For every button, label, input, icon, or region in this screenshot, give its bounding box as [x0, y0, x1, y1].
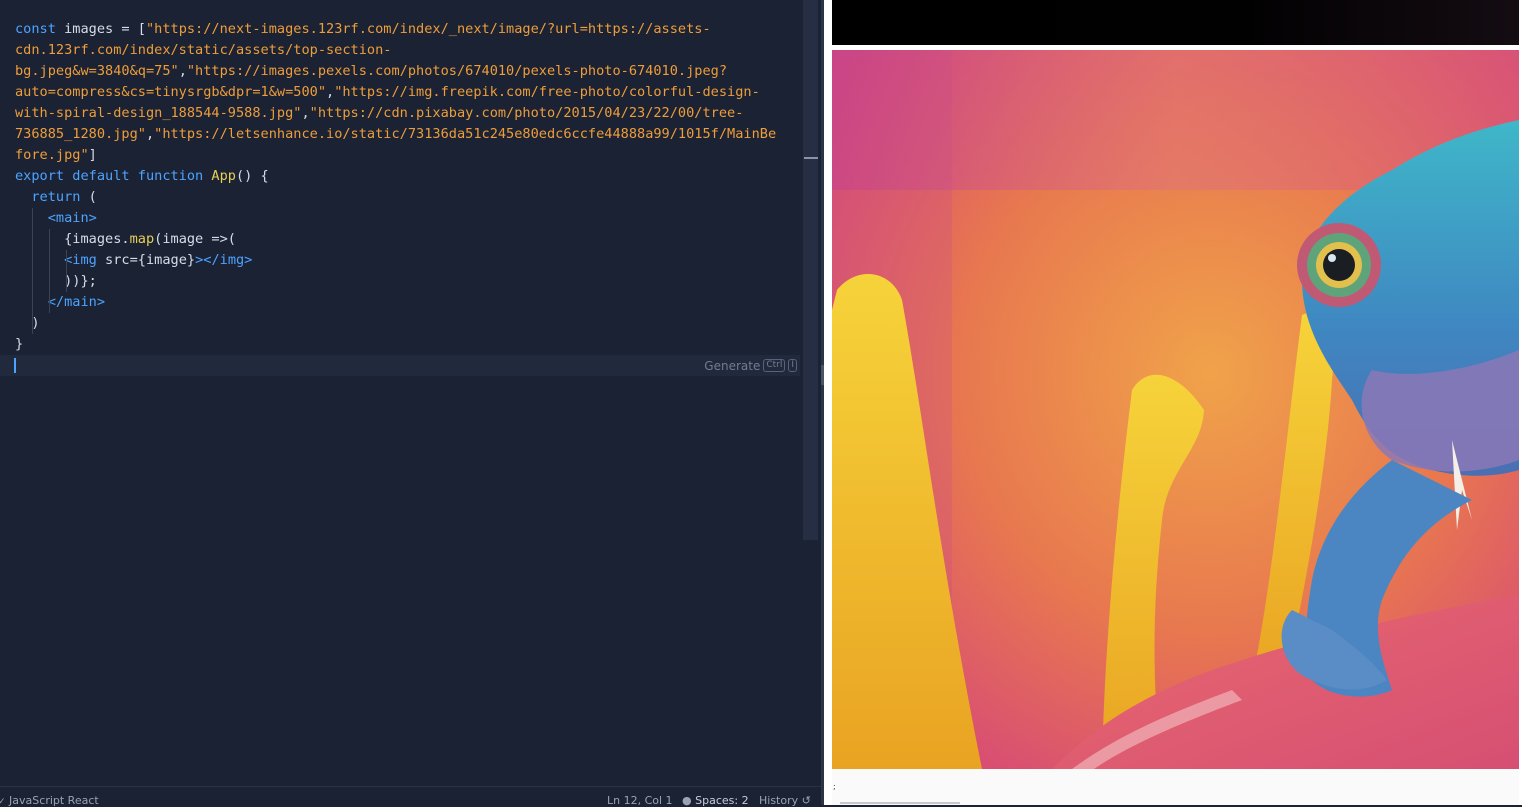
indent-guide	[32, 292, 33, 313]
generate-key-ctrl: Ctrl	[763, 359, 786, 372]
code-token: map	[129, 231, 155, 247]
generate-hint[interactable]: Generate Ctrl I	[704, 355, 797, 376]
code-token: () {	[235, 168, 269, 184]
indent-guide	[32, 250, 33, 271]
code-token: </main>	[47, 294, 106, 310]
indentation-label: Spaces: 2	[695, 794, 749, 807]
dot-icon: ●	[682, 794, 692, 807]
code-token: "https://img.freepik.com/free-photo/colo…	[334, 84, 760, 100]
code-line[interactable]: </main>	[15, 292, 803, 313]
code-token: ,	[145, 126, 155, 142]
code-token: "https://letsenhance.io/static/73136da51…	[154, 126, 777, 142]
code-token: (image =>(	[154, 231, 236, 247]
code-token: ]	[88, 147, 97, 163]
indent-guide	[49, 250, 50, 271]
indentation-setting[interactable]: ● Spaces: 2	[682, 794, 749, 807]
code-token: bg.jpeg&w=3840&q=75"	[15, 63, 179, 79]
history-label: History	[759, 794, 799, 807]
preview-image-dark	[832, 0, 1519, 45]
indent-guide	[32, 313, 33, 334]
code-token: ,	[301, 105, 310, 121]
indent-guide	[66, 250, 67, 271]
code-line[interactable]: export default function App() {	[15, 166, 803, 187]
check-icon: ✓	[0, 797, 6, 807]
history-button[interactable]: History ↺	[759, 794, 811, 807]
code-line[interactable]: cdn.123rf.com/index/static/assets/top-se…	[15, 40, 803, 61]
indent-guide	[49, 229, 50, 250]
indent-guide	[32, 208, 33, 229]
indent-guide	[49, 271, 50, 292]
code-token: ,	[178, 63, 187, 79]
code-token: fore.jpg"	[15, 147, 89, 163]
preview-horizontal-scrollbar[interactable]	[840, 802, 960, 804]
indent-guide	[66, 271, 67, 292]
code-line[interactable]: ))};	[15, 271, 803, 292]
code-editor[interactable]: const images = ["https://next-images.123…	[0, 0, 803, 786]
status-bar: ✓ JavaScript React Ln 12, Col 1 ● Spaces…	[0, 786, 821, 807]
code-token: cdn.123rf.com/index/static/assets/top-se…	[15, 42, 392, 58]
history-icon: ↺	[801, 794, 811, 807]
editor-scrollbar-thumb[interactable]	[803, 0, 818, 540]
code-token: >	[88, 210, 97, 226]
code-line[interactable]: <img src={image}></img>	[15, 250, 803, 271]
code-line[interactable]: auto=compress&cs=tinysrgb&dpr=1&w=500","…	[15, 82, 803, 103]
code-token: with-spiral-design_188544-9588.jpg"	[15, 105, 302, 121]
preview-image-chameleon	[832, 50, 1519, 769]
code-line[interactable]: with-spiral-design_188544-9588.jpg","htt…	[15, 103, 803, 124]
code-line[interactable]: )	[15, 313, 803, 334]
code-token: export default function	[15, 168, 212, 184]
code-token: ,	[326, 84, 335, 100]
language-mode[interactable]: ✓ JavaScript React	[0, 794, 99, 807]
code-token: }	[15, 336, 24, 352]
code-token: 736885_1280.jpg"	[15, 126, 146, 142]
code-token: return	[31, 189, 81, 205]
language-mode-label: JavaScript React	[9, 794, 99, 807]
code-line[interactable]: return (	[15, 187, 803, 208]
code-token: <img	[64, 252, 97, 268]
code-token: App	[211, 168, 236, 184]
scrollbar-position-marker	[804, 157, 818, 159]
generate-key-i: I	[788, 359, 797, 372]
code-line[interactable]: fore.jpg"]	[15, 145, 803, 166]
code-token: src={image}	[96, 252, 196, 268]
indent-guide	[32, 229, 33, 250]
code-line[interactable]: 736885_1280.jpg","https://letsenhance.io…	[15, 124, 803, 145]
code-token: auto=compress&cs=tinysrgb&dpr=1&w=500"	[15, 84, 326, 100]
code-token: <main	[47, 210, 89, 226]
code-line[interactable]: {images.map(image =>(	[15, 229, 803, 250]
code-token: const	[15, 21, 65, 37]
code-token: ))};	[15, 273, 97, 289]
text-caret	[14, 358, 16, 373]
preview-page-background	[832, 769, 1519, 805]
code-line[interactable]: <main>	[15, 208, 803, 229]
indent-guide	[32, 271, 33, 292]
preview-overflow-mark: ;	[833, 782, 836, 791]
code-token: (	[80, 189, 97, 205]
code-token: )	[15, 315, 40, 331]
code-token: "https://images.pexels.com/photos/674010…	[186, 63, 728, 79]
code-token: ></img>	[195, 252, 253, 268]
code-token: "https://next-images.123rf.com/index/_ne…	[145, 21, 711, 37]
code-token: "https://cdn.pixabay.com/photo/2015/04/2…	[309, 105, 744, 121]
indent-guide	[49, 292, 50, 313]
code-line[interactable]: }	[15, 334, 803, 355]
code-content[interactable]: const images = ["https://next-images.123…	[15, 19, 803, 376]
code-line[interactable]: const images = ["https://next-images.123…	[15, 19, 803, 40]
code-line[interactable]: bg.jpeg&w=3840&q=75","https://images.pex…	[15, 61, 803, 82]
cursor-position[interactable]: Ln 12, Col 1	[607, 794, 673, 807]
code-line[interactable]	[15, 355, 803, 376]
code-token: images = [	[64, 21, 146, 37]
generate-hint-label: Generate	[704, 358, 761, 373]
